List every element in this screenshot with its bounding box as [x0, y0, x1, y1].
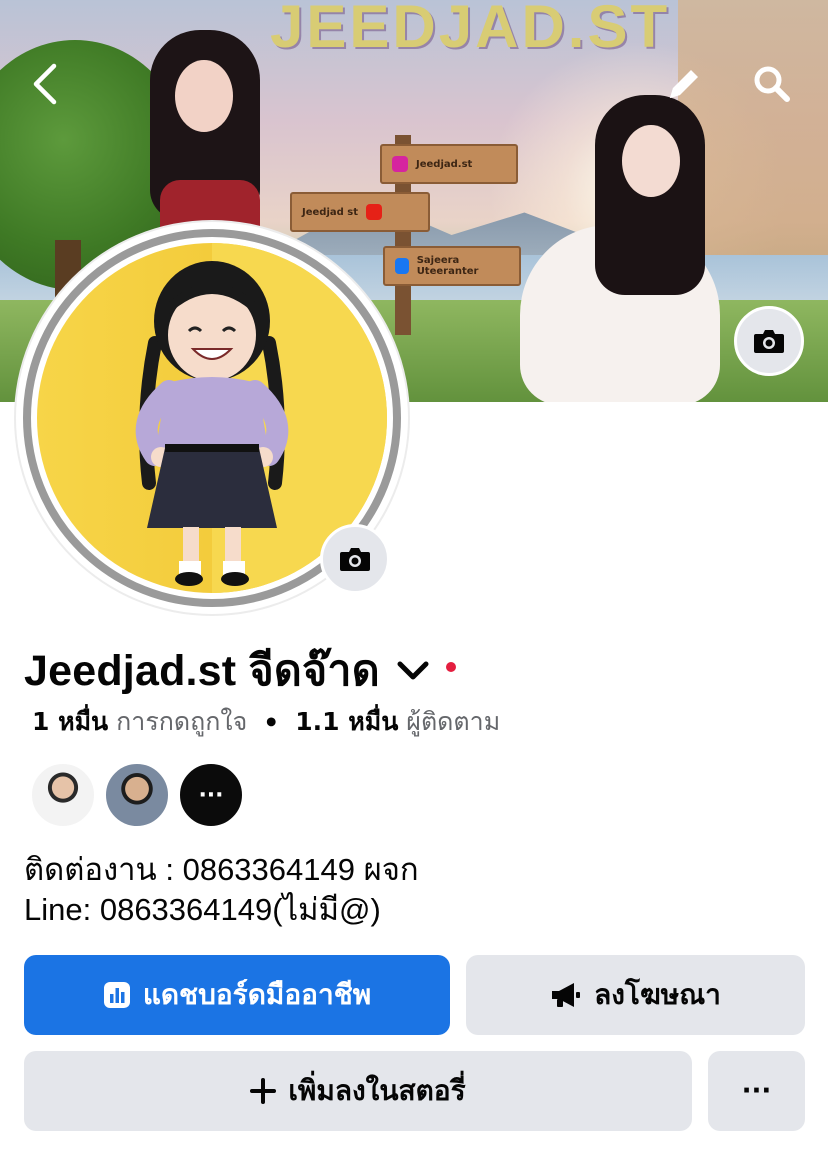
profile-bio: ติดต่องาน : 0863364149 ผจก Line: 0863364…: [24, 850, 419, 930]
bio-line: ติดต่องาน : 0863364149 ผจก: [24, 852, 419, 887]
add-to-story-label: เพิ่มลงในสตอรี่: [288, 1074, 466, 1107]
followers-count[interactable]: 1.1 หมื่น: [295, 702, 398, 742]
more-options-ellipsis: ···: [741, 1076, 772, 1106]
search-icon: [754, 66, 790, 102]
friend-avatar[interactable]: [104, 762, 170, 828]
stats-separator: •: [263, 707, 280, 737]
likes-count[interactable]: 1 หมื่น: [32, 702, 108, 742]
back-button[interactable]: [18, 56, 74, 112]
profile-name-row: Jeedjad.st จีดจ๊าด: [24, 636, 456, 704]
plus-icon: [250, 1078, 277, 1104]
more-friends-ellipsis: ···: [198, 782, 224, 808]
professional-dashboard-label: แดชบอร์ดมืออาชีพ: [142, 978, 372, 1011]
profile-name: Jeedjad.st จีดจ๊าด: [24, 647, 380, 695]
cover-sign-text: Sajeera Uteeranter: [416, 255, 479, 277]
followers-label[interactable]: ผู้ติดตาม: [406, 702, 500, 742]
bio-line: Line: 0863364149(ไม่มี@): [24, 892, 381, 927]
advertise-button[interactable]: ลงโฆษณา: [466, 955, 805, 1035]
cover-sign-text: Jeedjad st: [302, 206, 358, 218]
cover-sign-facebook: Sajeera Uteeranter: [383, 246, 521, 286]
friend-avatars: ···: [30, 762, 244, 828]
cover-sign-instagram: Jeedjad.st: [380, 144, 518, 184]
dashboard-chart-icon: [103, 982, 130, 1008]
profile-stats: 1 หมื่น การกดถูกใจ • 1.1 หมื่น ผู้ติดตาม: [32, 702, 500, 742]
friend-avatar[interactable]: [30, 762, 96, 828]
cover-person-right: [500, 95, 730, 402]
edit-profile-picture-button[interactable]: [320, 524, 390, 594]
edit-button[interactable]: [656, 56, 712, 112]
add-to-story-button[interactable]: เพิ่มลงในสตอรี่: [24, 1051, 692, 1131]
likes-label[interactable]: การกดถูกใจ: [116, 702, 247, 742]
edit-cover-photo-button[interactable]: [734, 306, 804, 376]
camera-icon: [754, 330, 784, 353]
cover-sign-youtube: Jeedjad st: [290, 192, 430, 232]
pencil-icon: [670, 70, 698, 98]
notification-dot: [445, 662, 456, 672]
profile-switcher-button[interactable]: [396, 660, 430, 686]
advertise-label: ลงโฆษณา: [594, 978, 721, 1011]
professional-dashboard-button[interactable]: แดชบอร์ดมืออาชีพ: [24, 955, 450, 1035]
camera-icon: [340, 548, 370, 571]
more-options-button[interactable]: ···: [708, 1051, 805, 1131]
cover-sign-text: Jeedjad.st: [416, 158, 473, 170]
search-button[interactable]: [744, 56, 800, 112]
chevron-down-icon: [397, 661, 429, 680]
cover-watermark-text: JEEDJAD.ST: [270, 0, 671, 60]
megaphone-icon: [552, 983, 581, 1007]
chevron-left-icon: [33, 63, 57, 105]
more-friends-button[interactable]: ···: [178, 762, 244, 828]
